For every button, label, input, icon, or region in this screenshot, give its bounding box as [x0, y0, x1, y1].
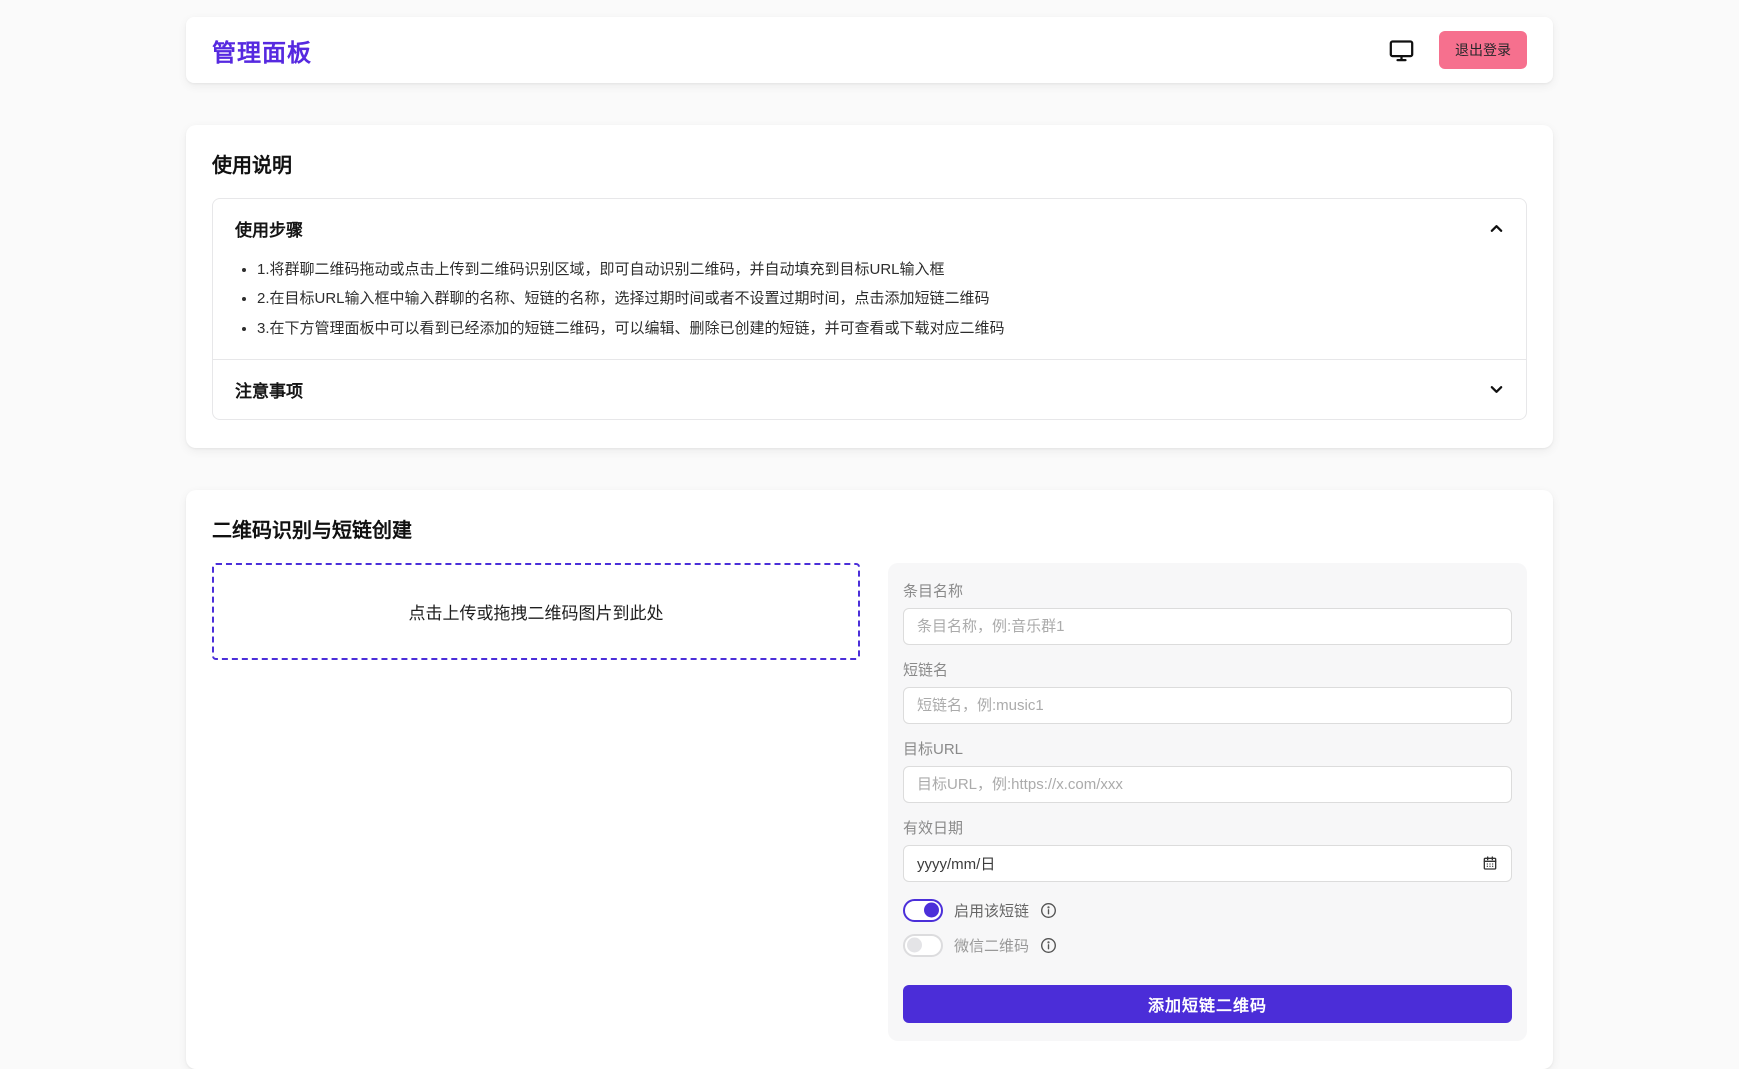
shortlink-form: 条目名称 短链名 目标URL 有效日期 yyyy/mm/日 — [888, 563, 1527, 1041]
target-url-field: 目标URL — [903, 738, 1512, 803]
logout-button[interactable]: 退出登录 — [1439, 31, 1527, 69]
step-item: 1.将群聊二维码拖动或点击上传到二维码识别区域，即可自动识别二维码，并自动填充到… — [257, 260, 1502, 280]
qr-card: 二维码识别与短链创建 点击上传或拖拽二维码图片到此处 条目名称 短链名 目标UR… — [186, 490, 1553, 1069]
short-link-input[interactable] — [903, 687, 1512, 724]
qr-content: 点击上传或拖拽二维码图片到此处 条目名称 短链名 目标URL 有效日期 — [212, 563, 1527, 1041]
accordion-header-notes[interactable]: 注意事项 — [213, 360, 1526, 419]
instructions-accordion: 使用步骤 1.将群聊二维码拖动或点击上传到二维码识别区域，即可自动识别二维码，并… — [212, 198, 1527, 420]
page: 管理面板 退出登录 使用说明 使用步骤 — [186, 0, 1553, 1069]
target-url-input[interactable] — [903, 766, 1512, 803]
wechat-qr-label: 微信二维码 — [954, 935, 1029, 956]
accordion-section-steps: 使用步骤 1.将群聊二维码拖动或点击上传到二维码识别区域，即可自动识别二维码，并… — [213, 199, 1526, 359]
short-link-field: 短链名 — [903, 659, 1512, 724]
valid-date-value: yyyy/mm/日 — [917, 853, 995, 874]
entry-name-field: 条目名称 — [903, 580, 1512, 645]
upload-hint: 点击上传或拖拽二维码图片到此处 — [409, 599, 664, 624]
accordion-title-notes: 注意事项 — [235, 377, 303, 402]
app-title: 管理面板 — [212, 33, 312, 68]
info-icon — [1040, 937, 1057, 954]
info-icon — [1040, 902, 1057, 919]
chevron-up-icon — [1489, 221, 1504, 236]
chevron-down-icon — [1489, 382, 1504, 397]
monitor-icon — [1388, 37, 1415, 64]
valid-date-field: 有效日期 yyyy/mm/日 — [903, 817, 1512, 882]
enable-shortlink-row: 启用该短链 — [903, 899, 1512, 922]
accordion-header-steps[interactable]: 使用步骤 — [213, 199, 1526, 258]
instructions-title: 使用说明 — [212, 149, 1527, 178]
step-item: 3.在下方管理面板中可以看到已经添加的短链二维码，可以编辑、删除已创建的短链，并… — [257, 319, 1502, 339]
instructions-card: 使用说明 使用步骤 1.将群聊二维码拖动或点击上传到二维码识别区域，即可自动识别… — [186, 125, 1553, 448]
display-mode-button[interactable] — [1388, 37, 1415, 64]
header-actions: 退出登录 — [1388, 31, 1527, 69]
wechat-qr-row: 微信二维码 — [903, 934, 1512, 957]
entry-name-label: 条目名称 — [903, 580, 1512, 601]
wechat-qr-info[interactable] — [1040, 937, 1057, 954]
qr-section-title: 二维码识别与短链创建 — [212, 514, 1527, 543]
calendar-icon[interactable] — [1482, 855, 1498, 871]
wechat-qr-toggle[interactable] — [903, 934, 943, 957]
enable-shortlink-toggle[interactable] — [903, 899, 943, 922]
toggle-knob — [907, 938, 922, 953]
step-item: 2.在目标URL输入框中输入群聊的名称、短链的名称，选择过期时间或者不设置过期时… — [257, 289, 1502, 309]
accordion-section-notes: 注意事项 — [213, 359, 1526, 419]
short-link-label: 短链名 — [903, 659, 1512, 680]
accordion-title-steps: 使用步骤 — [235, 216, 303, 241]
valid-date-label: 有效日期 — [903, 817, 1512, 838]
add-shortlink-button[interactable]: 添加短链二维码 — [903, 985, 1512, 1023]
toggle-knob — [924, 903, 939, 918]
target-url-label: 目标URL — [903, 738, 1512, 759]
header-bar: 管理面板 退出登录 — [186, 17, 1553, 83]
entry-name-input[interactable] — [903, 608, 1512, 645]
valid-date-input[interactable]: yyyy/mm/日 — [903, 845, 1512, 882]
steps-list: 1.将群聊二维码拖动或点击上传到二维码识别区域，即可自动识别二维码，并自动填充到… — [213, 258, 1526, 359]
enable-shortlink-info[interactable] — [1040, 902, 1057, 919]
enable-shortlink-label: 启用该短链 — [954, 900, 1029, 921]
upload-dropzone[interactable]: 点击上传或拖拽二维码图片到此处 — [212, 563, 860, 660]
